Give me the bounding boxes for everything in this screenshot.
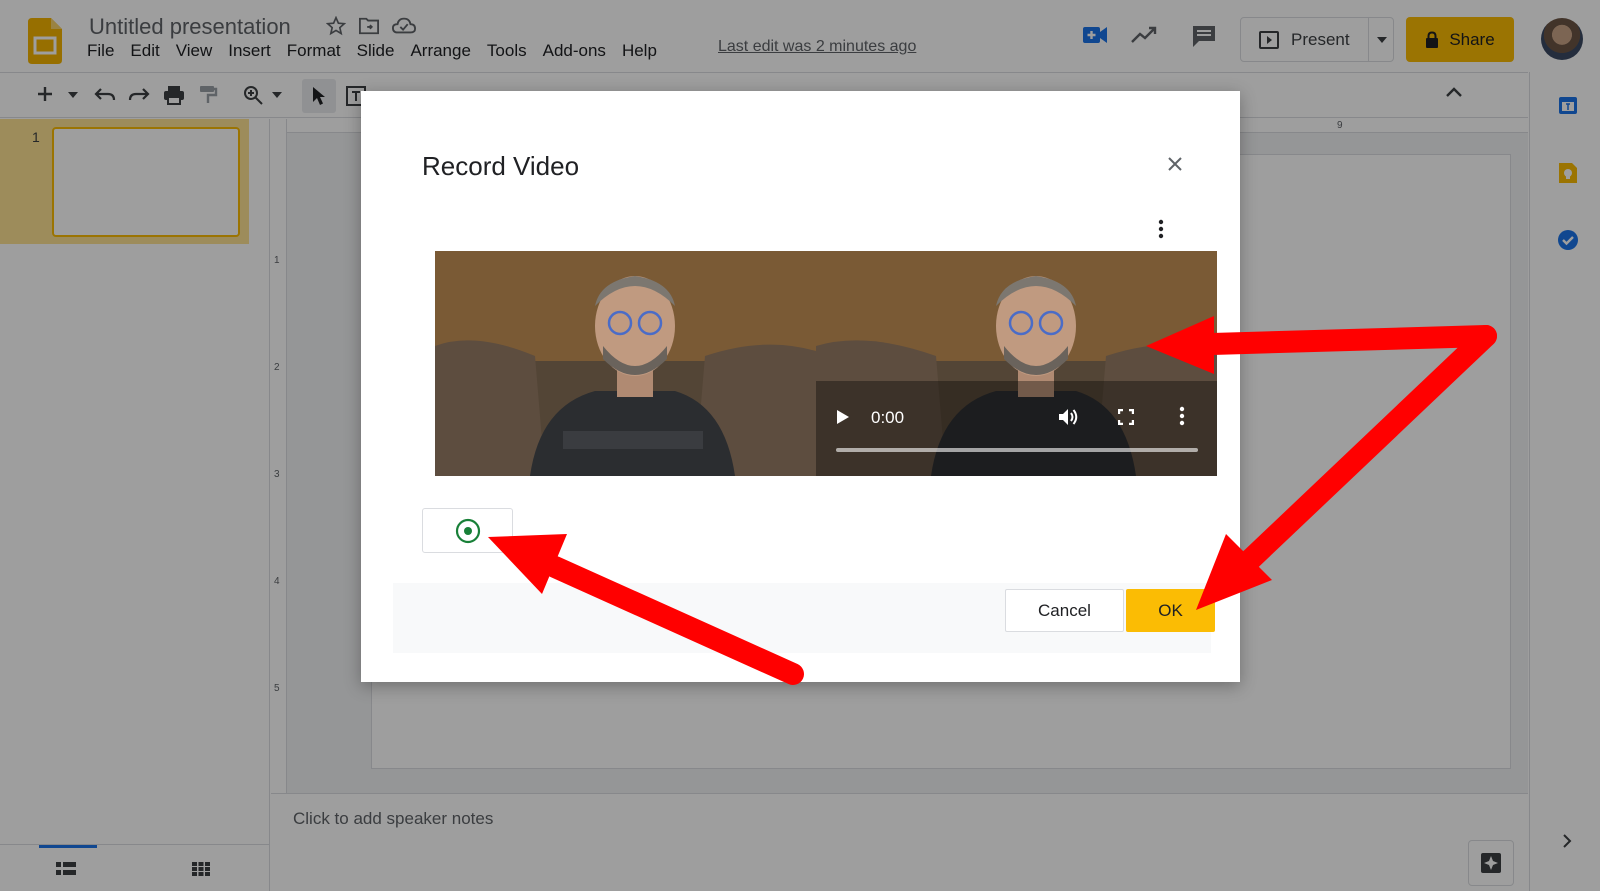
fullscreen-icon[interactable] <box>1118 409 1134 425</box>
webcam-preview <box>435 251 816 476</box>
close-icon[interactable] <box>1167 156 1183 172</box>
recorded-video-player[interactable]: 0:00 <box>816 251 1217 476</box>
record-video-dialog: Record Video 0:00 Cancel OK <box>361 91 1240 682</box>
record-button[interactable] <box>422 508 513 553</box>
dialog-title: Record Video <box>422 151 580 181</box>
play-icon[interactable] <box>836 409 850 425</box>
ok-button[interactable]: OK <box>1126 589 1215 632</box>
cancel-button[interactable]: Cancel <box>1005 589 1124 632</box>
volume-icon[interactable] <box>1058 407 1080 427</box>
video-time: 0:00 <box>871 408 905 427</box>
video-progress-bar[interactable] <box>836 448 1198 452</box>
more-options-icon[interactable] <box>1158 219 1164 239</box>
dialog-footer: Cancel OK <box>393 583 1215 653</box>
video-controls: 0:00 <box>816 396 1217 476</box>
record-icon <box>455 518 480 543</box>
video-more-options-icon[interactable] <box>1179 406 1185 426</box>
